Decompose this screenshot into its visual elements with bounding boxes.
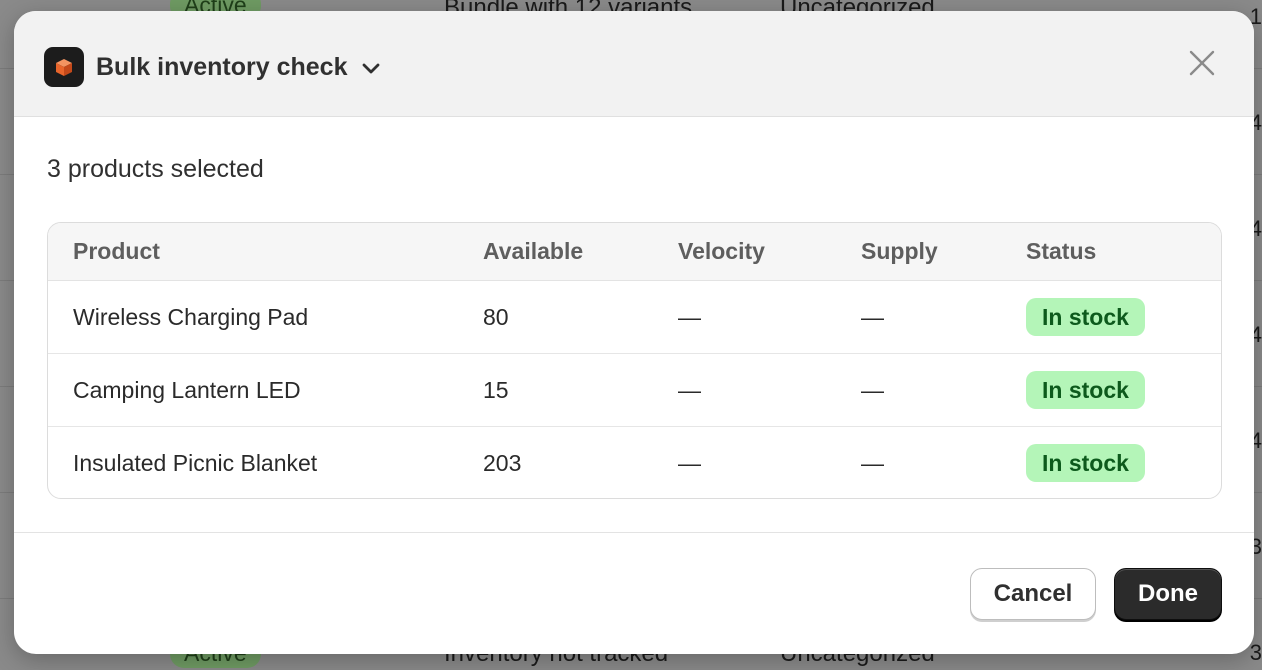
supply-value: — (861, 304, 884, 330)
table-header: Product Available Velocity Supply Status (48, 223, 1221, 281)
table-row: Insulated Picnic Blanket 203 — — In stoc… (48, 427, 1221, 498)
modal-footer: Cancel Done (14, 532, 1254, 654)
column-header-product: Product (73, 238, 160, 264)
column-header-available: Available (483, 238, 584, 264)
status-badge: In stock (1026, 444, 1145, 482)
supply-value: — (861, 377, 884, 403)
modal-header: Bulk inventory check (14, 11, 1254, 117)
done-button[interactable]: Done (1114, 568, 1222, 620)
cancel-button[interactable]: Cancel (970, 568, 1096, 620)
column-header-velocity: Velocity (678, 238, 765, 264)
modal-body: 3 products selected Product Available Ve… (14, 117, 1254, 532)
inventory-table: Product Available Velocity Supply Status… (47, 222, 1222, 499)
available-qty: 203 (483, 450, 522, 476)
bulk-inventory-modal: Bulk inventory check 3 products selected… (14, 11, 1254, 654)
product-name: Camping Lantern LED (73, 377, 301, 403)
table-row: Camping Lantern LED 15 — — In stock (48, 354, 1221, 427)
available-qty: 15 (483, 377, 509, 403)
available-qty: 80 (483, 304, 509, 330)
status-badge: In stock (1026, 371, 1145, 409)
velocity-value: — (678, 377, 701, 403)
selected-count: 3 products selected (47, 155, 264, 183)
velocity-value: — (678, 450, 701, 476)
table-row: Wireless Charging Pad 80 — — In stock (48, 281, 1221, 354)
column-header-supply: Supply (861, 238, 938, 264)
column-header-status: Status (1026, 238, 1097, 264)
status-badge: In stock (1026, 298, 1145, 336)
supply-value: — (861, 450, 884, 476)
product-name: Insulated Picnic Blanket (73, 450, 318, 476)
product-name: Wireless Charging Pad (73, 304, 309, 330)
title-dropdown[interactable]: Bulk inventory check (96, 49, 381, 85)
velocity-value: — (678, 304, 701, 330)
close-icon[interactable] (1188, 49, 1216, 77)
modal-title: Bulk inventory check (96, 52, 348, 81)
cube-icon (44, 47, 84, 87)
chevron-down-icon (363, 63, 380, 74)
